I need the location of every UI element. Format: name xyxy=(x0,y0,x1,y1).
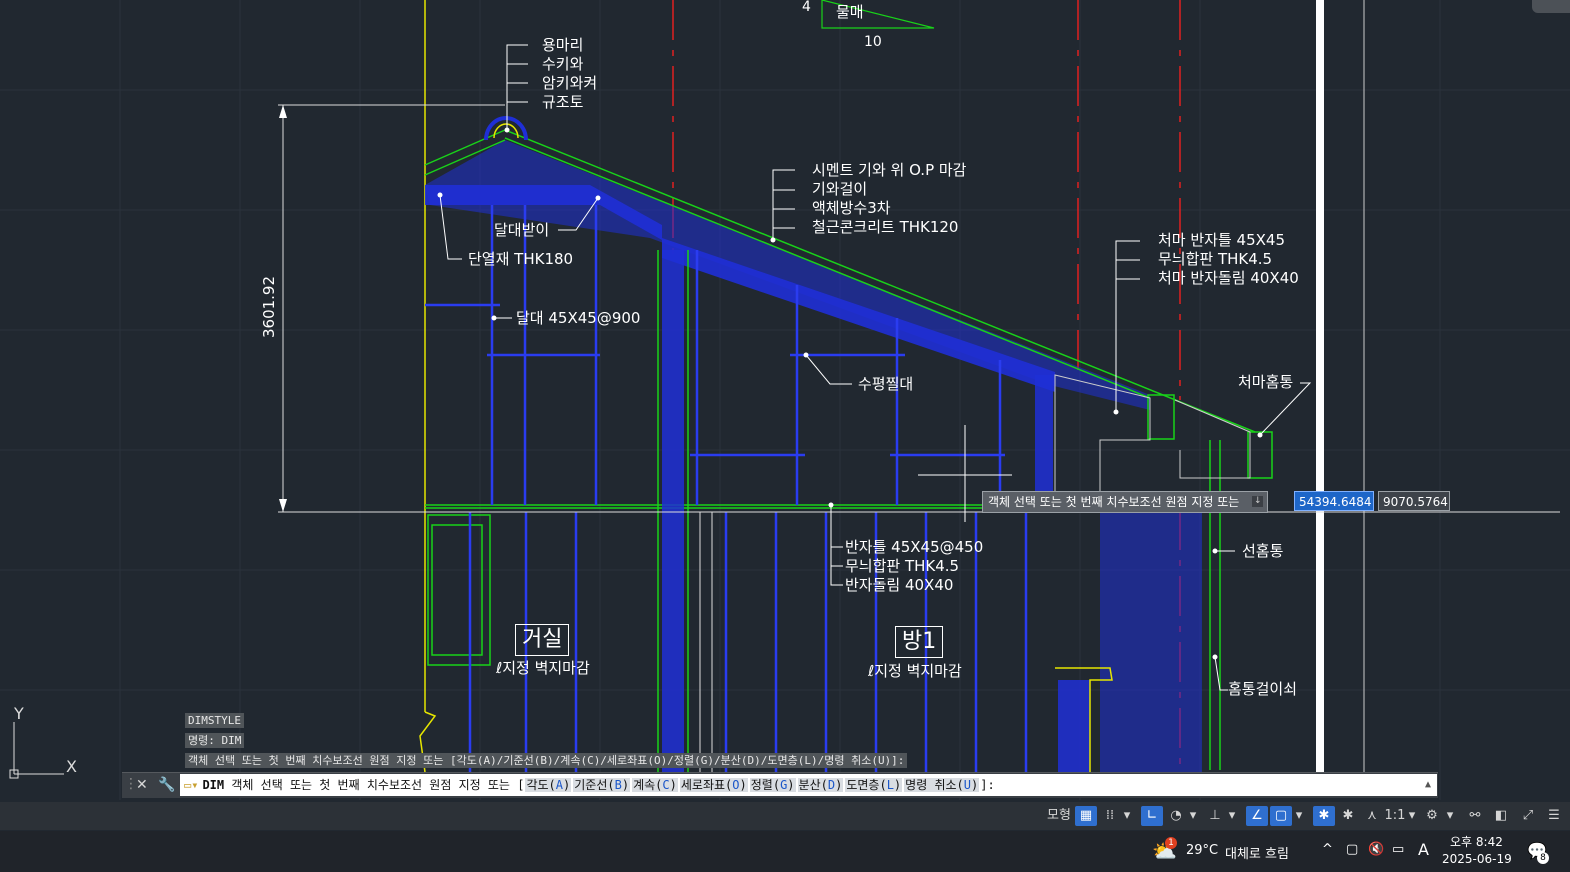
drawing-canvas[interactable]: 4 물매 10 3601.92 용마리 수키와 암키와켜 규조토 시멘트 기와 … xyxy=(0,0,1570,800)
ime-indicator[interactable]: A xyxy=(1418,840,1429,859)
ceiling-note-3: 반자돌림 40X40 xyxy=(845,576,954,594)
roof-note-1: 시멘트 기와 위 O.P 마감 xyxy=(812,161,967,179)
ridge-note-1: 용마리 xyxy=(542,36,584,54)
chevron-down-icon[interactable]: ▾ xyxy=(1293,806,1305,826)
room-note-living: ℓ지정 벽지마감 xyxy=(496,659,590,677)
label-dalde: 달대 45X45@900 xyxy=(516,309,641,327)
scale-dropdown[interactable]: 1:1 xyxy=(1384,806,1406,826)
ceiling-note-1: 반자틀 45X45@450 xyxy=(845,538,984,556)
ucs-y-label: Y xyxy=(14,704,24,723)
option-baseline[interactable]: 기준선(B) xyxy=(573,778,631,792)
room-note-room1: ℓ지정 벽지마감 xyxy=(868,662,962,680)
weather-temp[interactable]: 29°C xyxy=(1186,843,1218,858)
label-down-pipe: 선홈통 xyxy=(1242,542,1284,560)
eave-note-1: 처마 반자틀 45X45 xyxy=(1158,231,1285,249)
option-layer[interactable]: 도면층(L) xyxy=(845,778,903,792)
annotation-scale-icon[interactable]: ⋏ xyxy=(1362,806,1382,826)
label-dalbangi: 달대받이 xyxy=(494,221,550,239)
roof-note-4: 철근콘크리트 THK120 xyxy=(812,218,959,236)
annotation-visibility-icon[interactable]: ✱ xyxy=(1313,806,1335,826)
clock-date[interactable]: 2025-06-19 xyxy=(1442,852,1512,866)
command-history-line-1: DIMSTYLE xyxy=(185,713,244,728)
network-icon[interactable]: ▭ xyxy=(1392,842,1404,857)
command-name: DIM xyxy=(202,778,225,792)
command-suffix: ]: xyxy=(980,778,995,792)
command-history-line-3: 객체 선택 또는 첫 번째 치수보조선 원점 지정 또는 [각도(A)/기준선(… xyxy=(185,753,908,768)
notification-badge: 8 xyxy=(1537,852,1549,864)
command-input[interactable]: ▭▾ DIM 객체 선택 또는 첫 번째 치수보조선 원점 지정 또는 [각도(A… xyxy=(180,774,1437,796)
isolate-icon[interactable]: ◧ xyxy=(1490,806,1512,826)
slope-name-label: 물매 xyxy=(836,3,864,21)
ridge-note-4: 규조토 xyxy=(542,93,584,111)
status-bar: 모형 ▦ ⁞⁞ ▾ ∟ ◔ ▾ ⊥ ▾ ∠ ▢ ▾ ✱ ✱ ⋏ 1:1 ▾ ⚙ … xyxy=(0,802,1570,830)
label-level-beam: 수평찔대 xyxy=(858,375,914,393)
command-prompt-icon: ▭▾ xyxy=(184,778,199,792)
coordinate-y-input[interactable]: 9070.5764 xyxy=(1378,491,1450,511)
clock-time[interactable]: 오후 8:42 xyxy=(1450,833,1503,850)
weather-desc[interactable]: 대체로 흐림 xyxy=(1225,843,1289,862)
ceiling-note-2: 무늬합판 THK4.5 xyxy=(845,557,960,575)
slope-run-label: 10 xyxy=(864,34,882,50)
chevron-up-icon[interactable]: ▲ xyxy=(1425,774,1431,796)
option-continue[interactable]: 계속(C) xyxy=(632,778,678,792)
roof-note-2: 기와걸이 xyxy=(812,180,868,198)
model-tab[interactable]: 모형 xyxy=(1044,806,1074,826)
ucs-x-label: X xyxy=(66,757,77,776)
dimension-text[interactable]: 3601.92 xyxy=(260,276,278,338)
chevron-down-icon[interactable]: ▾ xyxy=(1406,806,1418,826)
fullscreen-icon[interactable]: ⤢ xyxy=(1517,806,1539,826)
prompt-text: 객체 선택 또는 첫 번째 치수보조선 원점 지정 또는 xyxy=(988,495,1240,509)
command-line-bar: ⋮ ✕ 🔧 ▭▾ DIM 객체 선택 또는 첫 번째 치수보조선 원점 지정 또는… xyxy=(122,772,1438,798)
wrench-icon[interactable]: 🔧 xyxy=(158,777,175,793)
cad-drawing xyxy=(0,0,1570,800)
option-undo[interactable]: 명령 취소(U) xyxy=(904,778,980,792)
eave-note-3: 처마 반자돌림 40X40 xyxy=(1158,269,1299,287)
grid-icon[interactable]: ▦ xyxy=(1075,806,1097,826)
ridge-note-2: 수키와 xyxy=(542,55,584,73)
snap-icon[interactable]: ⁞⁞ xyxy=(1100,806,1120,826)
chevron-down-icon[interactable]: ▾ xyxy=(1187,806,1199,826)
auto-scale-icon[interactable]: ✱ xyxy=(1338,806,1358,826)
slope-rise-label: 4 xyxy=(802,0,811,15)
object-tracking-icon[interactable]: ∠ xyxy=(1246,806,1268,826)
command-history-line-2: 명령: DIM xyxy=(185,733,245,748)
room-tag-room1: 방1 xyxy=(895,626,944,658)
option-angle[interactable]: 각도(A) xyxy=(525,778,572,792)
chevron-down-icon[interactable]: ▾ xyxy=(1121,806,1133,826)
gear-icon[interactable]: ⚙ xyxy=(1422,806,1442,826)
room-tag-living: 거실 xyxy=(515,624,570,656)
close-icon[interactable]: ✕ xyxy=(136,777,148,793)
menu-icon[interactable]: ☰ xyxy=(1543,806,1565,826)
option-align[interactable]: 정렬(G) xyxy=(749,778,796,792)
chevron-down-icon[interactable]: ▾ xyxy=(1226,806,1238,826)
option-distribute[interactable]: 분산(D) xyxy=(797,778,844,792)
label-eave-gutter: 처마홈통 xyxy=(1238,373,1294,391)
weather-badge: 1 xyxy=(1165,837,1177,849)
option-ordinate[interactable]: 세로좌표(O) xyxy=(679,778,748,792)
speaker-muted-icon[interactable]: 🔇 xyxy=(1368,842,1384,857)
roof-note-3: 액체방수3차 xyxy=(812,199,891,217)
workspace-icon[interactable]: ⚯ xyxy=(1465,806,1485,826)
label-insulation: 단열재 THK180 xyxy=(468,250,574,268)
chevron-up-icon[interactable]: ^ xyxy=(1322,842,1333,857)
ortho-icon[interactable]: ∟ xyxy=(1141,806,1163,826)
coordinate-x-input[interactable]: 54394.6484 xyxy=(1294,491,1374,511)
isodraft-icon[interactable]: ⊥ xyxy=(1205,806,1225,826)
command-prompt-text: 객체 선택 또는 첫 번째 치수보조선 원점 지정 또는 [ xyxy=(231,778,525,792)
taskbar: ⛅ 1 29°C 대체로 흐림 ^ ▢ 🔇 ▭ A 오후 8:42 2025-0… xyxy=(0,831,1570,872)
eave-note-2: 무늬합판 THK4.5 xyxy=(1158,250,1273,268)
polar-icon[interactable]: ◔ xyxy=(1166,806,1186,826)
viewcube-tab[interactable] xyxy=(1532,0,1570,13)
osnap-icon[interactable]: ▢ xyxy=(1270,806,1292,826)
dynamic-input-prompt: 객체 선택 또는 첫 번째 치수보조선 원점 지정 또는 ↓ xyxy=(982,491,1269,513)
arrow-down-icon[interactable]: ↓ xyxy=(1252,496,1264,507)
chevron-down-icon[interactable]: ▾ xyxy=(1444,806,1456,826)
ridge-note-3: 암키와켜 xyxy=(542,74,598,92)
label-gutter-hanger: 홈통걸이쇠 xyxy=(1228,680,1298,698)
meet-icon[interactable]: ▢ xyxy=(1346,842,1358,857)
